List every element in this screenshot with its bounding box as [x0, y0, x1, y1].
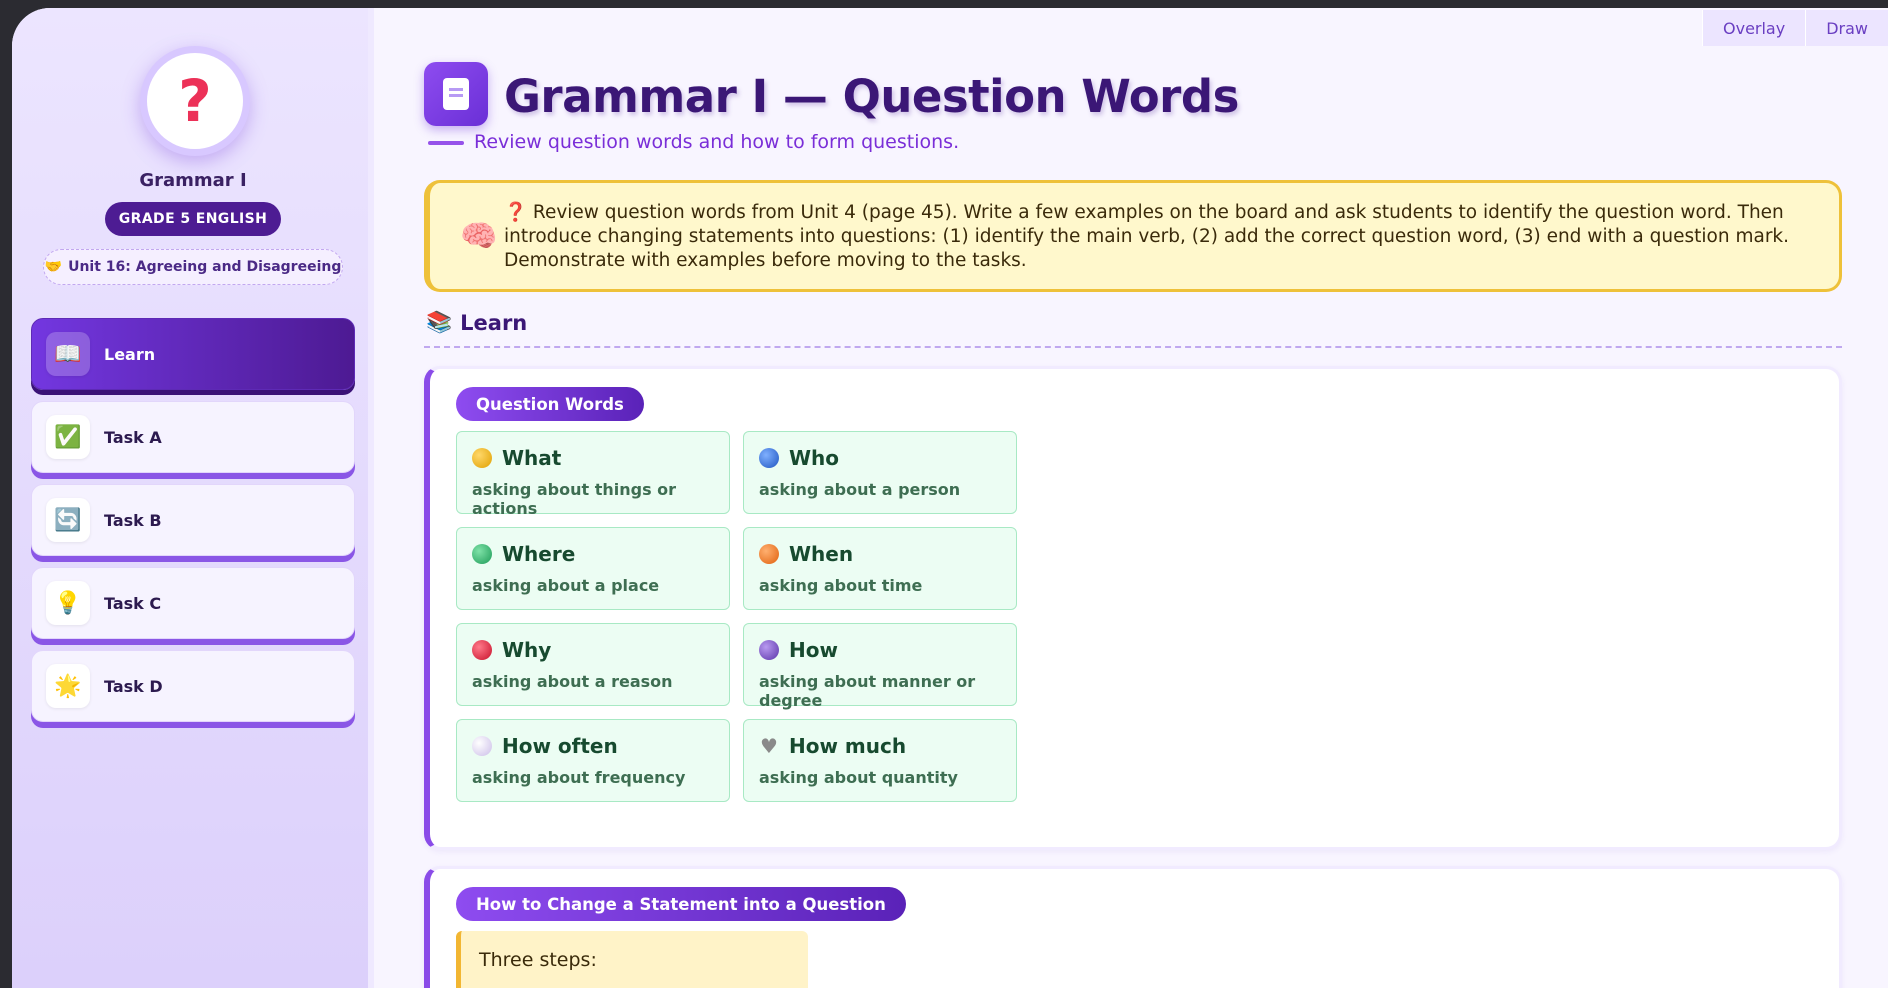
- question-word: What: [502, 446, 562, 470]
- unit-label: Unit 16: Agreeing and Disagreeing: [68, 259, 342, 275]
- sidebar: ? Grammar I GRADE 5 ENGLISH 🤝 Unit 16: A…: [12, 8, 374, 988]
- white-dot-icon: [472, 736, 492, 756]
- question-word-description: asking about time: [759, 576, 923, 595]
- question-word-description: asking about frequency: [472, 768, 686, 787]
- page-title: Grammar I — Question Words: [504, 70, 1239, 123]
- question-word: Why: [502, 638, 552, 662]
- grey-heart-icon: ♥: [760, 734, 778, 758]
- question-word-description: asking about manner or degree: [759, 672, 976, 710]
- card-title-pill: Question Words: [456, 387, 644, 421]
- book-icon: 📖: [46, 332, 90, 376]
- books-icon: 📚: [426, 310, 453, 334]
- app-window: ? Grammar I GRADE 5 ENGLISH 🤝 Unit 16: A…: [12, 8, 1888, 988]
- question-word-tile: Where asking about a place: [456, 527, 730, 610]
- question-word: Who: [789, 446, 840, 470]
- sidebar-item-label: Task D: [104, 676, 163, 696]
- orange-dot-icon: [759, 544, 779, 564]
- check-icon: ✅: [46, 415, 90, 459]
- brain-icon: 🧠: [460, 219, 498, 254]
- teacher-note: 🧠 ❓ Review question words from Unit 4 (p…: [424, 180, 1842, 292]
- sidebar-item-label: Task A: [104, 427, 162, 447]
- sidebar-item-learn[interactable]: 📖 Learn: [31, 318, 355, 390]
- document-icon: [424, 62, 488, 126]
- question-word-description: asking about a reason: [472, 672, 673, 691]
- question-word-description: asking about a place: [472, 576, 660, 595]
- unit-badge: 🤝 Unit 16: Agreeing and Disagreeing: [43, 249, 343, 285]
- question-word-tile: Who asking about a person: [743, 431, 1017, 514]
- question-word: How often: [502, 734, 618, 758]
- section-heading-learn: 📚 Learn: [426, 310, 527, 335]
- red-dot-icon: [472, 640, 492, 660]
- green-dot-icon: [472, 544, 492, 564]
- question-word-tile: When asking about time: [743, 527, 1017, 610]
- sidebar-item-label: Task B: [104, 510, 162, 530]
- main-content: Overlay Draw Grammar I — Question Words …: [380, 8, 1888, 988]
- question-word-description: asking about quantity: [759, 768, 958, 787]
- purple-dot-icon: [759, 640, 779, 660]
- question-words-grid: What asking about things or actions Who …: [456, 431, 1017, 802]
- subtitle-accent-line: [428, 141, 464, 145]
- teacher-note-text: ❓ Review question words from Unit 4 (pag…: [504, 202, 1790, 271]
- card-title-pill: How to Change a Statement into a Questio…: [456, 887, 906, 921]
- question-word-tile: Why asking about a reason: [456, 623, 730, 706]
- question-word: Where: [502, 542, 576, 566]
- question-words-card: Question Words What asking about things …: [424, 366, 1842, 850]
- blue-dot-icon: [759, 448, 779, 468]
- question-mark-icon: ?: [147, 53, 243, 149]
- star-icon: 🌟: [46, 664, 90, 708]
- question-word-description: asking about a person: [759, 480, 961, 499]
- window-top-strip: [0, 0, 1888, 8]
- overlay-toolbar: Overlay Draw: [1702, 10, 1888, 46]
- section-heading-label: Learn: [460, 310, 528, 335]
- steps-box: Three steps:: [456, 931, 808, 988]
- overlay-button[interactable]: Overlay: [1702, 10, 1806, 46]
- sidebar-item-label: Learn: [104, 344, 156, 364]
- question-word-tile: ♥ How much asking about quantity: [743, 719, 1017, 802]
- lesson-avatar: ?: [140, 46, 250, 156]
- page-subtitle: Review question words and how to form qu…: [474, 131, 960, 153]
- question-word-tile: How asking about manner or degree: [743, 623, 1017, 710]
- question-word: How: [789, 638, 838, 662]
- question-word: When: [789, 542, 854, 566]
- handshake-icon: 🤝: [44, 259, 63, 275]
- question-word-tile: What asking about things or actions: [456, 431, 730, 518]
- sidebar-item-task-a[interactable]: ✅ Task A: [31, 401, 355, 473]
- question-word-tile: How often asking about frequency: [456, 719, 730, 802]
- lesson-title: Grammar I: [139, 170, 247, 191]
- section-divider: [424, 346, 1842, 348]
- yellow-dot-icon: [472, 448, 492, 468]
- refresh-icon: 🔄: [46, 498, 90, 542]
- lightbulb-icon: 💡: [46, 581, 90, 625]
- question-word: How much: [789, 734, 907, 758]
- grade-badge: GRADE 5 ENGLISH: [105, 202, 281, 236]
- question-word-description: asking about things or actions: [472, 480, 677, 518]
- sidebar-item-task-c[interactable]: 💡 Task C: [31, 567, 355, 639]
- draw-button[interactable]: Draw: [1805, 10, 1888, 46]
- statement-to-question-card: How to Change a Statement into a Questio…: [424, 866, 1842, 988]
- sidebar-item-task-b[interactable]: 🔄 Task B: [31, 484, 355, 556]
- sidebar-item-label: Task C: [104, 593, 162, 613]
- sidebar-item-task-d[interactable]: 🌟 Task D: [31, 650, 355, 722]
